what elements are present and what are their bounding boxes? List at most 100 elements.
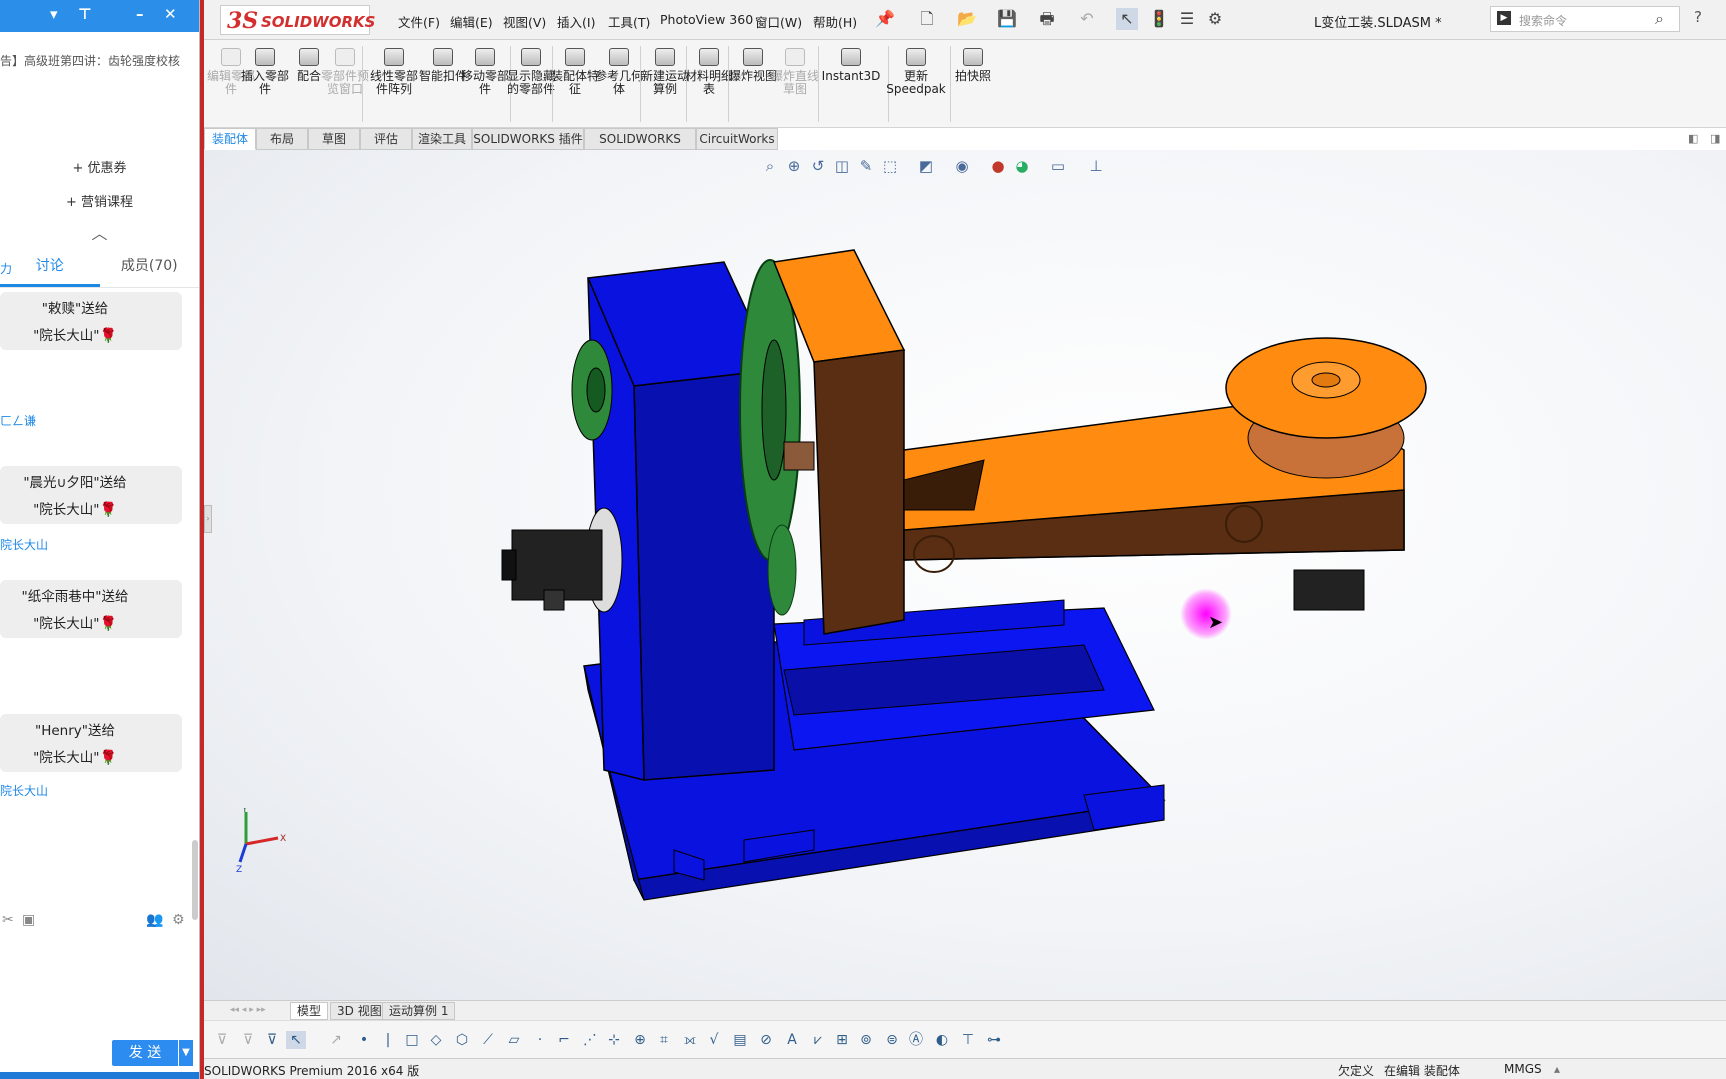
- filter-axes-icon[interactable]: ⟋: [478, 1031, 498, 1049]
- new-document-icon[interactable]: 🗋: [916, 8, 938, 30]
- unit-system[interactable]: MMGS: [1504, 1062, 1542, 1076]
- coupon-button[interactable]: + 优惠券: [0, 152, 199, 186]
- servo-motor[interactable]: [501, 507, 623, 613]
- linear-pattern-button[interactable]: 线性零部件阵列: [366, 48, 422, 96]
- chevron-up-icon[interactable]: ︿: [0, 220, 199, 246]
- graphics-viewport[interactable]: ⌕ ⊕ ↺ ◫ ✎ ⬚ ◩ ◉ ● ◕ ▭ ⊥ › ➤ Y X Z: [204, 150, 1726, 1000]
- tab-model[interactable]: 模型: [290, 1002, 329, 1020]
- select-other-icon[interactable]: ↗: [326, 1031, 346, 1049]
- filter-notes-icon[interactable]: ▤: [730, 1031, 750, 1049]
- menu-window[interactable]: 窗口(W): [755, 12, 802, 31]
- panel-expand-icon[interactable]: ◨: [1710, 132, 1720, 145]
- filter-mates-icon[interactable]: ◐: [932, 1031, 952, 1049]
- dropdown-icon[interactable]: ▾: [50, 5, 58, 23]
- tab-solidworks-addins[interactable]: SOLIDWORKS 插件: [472, 128, 584, 150]
- instant3d-button[interactable]: Instant3D: [818, 48, 884, 83]
- filter-datum-icon[interactable]: ⊞: [832, 1031, 852, 1049]
- solidworks-logo[interactable]: 3S SOLIDWORKS: [220, 5, 375, 35]
- filter-gtol-icon[interactable]: ⊘: [756, 1031, 776, 1049]
- filter-dimensions-icon[interactable]: ⊕: [630, 1031, 650, 1049]
- update-speedpak-button[interactable]: 更新 Speedpak: [886, 48, 946, 96]
- tab-3d-views[interactable]: 3D 视图: [330, 1002, 389, 1020]
- tab-layout[interactable]: 布局: [256, 128, 308, 150]
- move-component-button[interactable]: 移动零部件: [460, 48, 510, 96]
- filter-surfaces-icon[interactable]: ◇: [426, 1031, 446, 1049]
- menu-view[interactable]: 视图(V): [503, 12, 546, 31]
- reference-geometry-button[interactable]: 参考几何体: [594, 48, 644, 96]
- unit-menu-icon[interactable]: ▴: [1554, 1062, 1560, 1076]
- gear-icon[interactable]: ⚙: [172, 912, 185, 928]
- filter-midpoint-icon[interactable]: ⊤: [958, 1031, 978, 1049]
- open-folder-icon[interactable]: 📂: [956, 8, 978, 30]
- filter-sketch-points-icon[interactable]: ⋰: [580, 1031, 600, 1049]
- members-icon[interactable]: 👥: [146, 912, 163, 928]
- image-icon[interactable]: ▣: [22, 912, 35, 928]
- chat-scrollbar[interactable]: [192, 840, 198, 920]
- select-arrow-icon[interactable]: ↖: [286, 1031, 306, 1049]
- file-properties-icon[interactable]: ☰: [1176, 8, 1198, 30]
- tab-sketch[interactable]: 草图: [308, 128, 360, 150]
- tab-motion-study[interactable]: 运动算例 1: [382, 1002, 456, 1020]
- new-motion-study-button[interactable]: 新建运动算例: [640, 48, 690, 96]
- menu-photoview[interactable]: PhotoView 360: [660, 12, 753, 27]
- show-hidden-components-button[interactable]: 显示隐藏的零部件: [506, 48, 556, 96]
- bill-of-materials-button[interactable]: 材料明细表: [684, 48, 734, 96]
- print-icon[interactable]: 🖶: [1036, 8, 1058, 30]
- filter-weld-bead-icon[interactable]: ⊜: [882, 1031, 902, 1049]
- filter-weld-icon[interactable]: √: [704, 1031, 724, 1049]
- filter-icon[interactable]: ⊽: [212, 1031, 232, 1049]
- pin-icon[interactable]: 📌: [874, 8, 896, 30]
- menu-tools[interactable]: 工具(T): [608, 12, 650, 31]
- search-icon[interactable]: ⌕: [1655, 9, 1664, 29]
- filter-connection-icon[interactable]: ⊶: [984, 1031, 1004, 1049]
- menu-file[interactable]: 文件(F): [398, 12, 440, 31]
- filter-settings-icon[interactable]: ⊽: [262, 1031, 282, 1049]
- select-arrow-icon[interactable]: ↖: [1116, 8, 1138, 30]
- motion-study-icon: [655, 48, 675, 66]
- menu-help[interactable]: 帮助(H): [813, 12, 857, 31]
- left-flange[interactable]: [571, 339, 613, 441]
- filter-surface-finish-icon[interactable]: ⩗: [808, 1031, 828, 1049]
- send-options-icon[interactable]: ▼: [179, 1040, 193, 1066]
- filter-center-marks-icon[interactable]: ⊹: [604, 1031, 624, 1049]
- help-icon[interactable]: ?: [1694, 8, 1702, 26]
- tab-solidworks-mbd[interactable]: SOLIDWORKS MBD: [584, 128, 696, 166]
- filter-planes-icon[interactable]: ▱: [504, 1031, 524, 1049]
- save-icon[interactable]: 💾: [996, 8, 1018, 30]
- assembly-model[interactable]: [204, 150, 1726, 1000]
- rebuild-icon[interactable]: 🚦: [1148, 8, 1170, 30]
- filter-points-icon[interactable]: ·: [530, 1031, 550, 1049]
- menu-edit[interactable]: 编辑(E): [450, 12, 493, 31]
- course-button[interactable]: + 营销课程: [0, 186, 199, 220]
- assembly-features-button[interactable]: 装配体特征: [550, 48, 600, 96]
- insert-components-button[interactable]: 插入零部件: [240, 48, 290, 96]
- explode-line-sketch-button[interactable]: 爆炸直线草图: [770, 48, 820, 96]
- filter-solids-icon[interactable]: ⬡: [452, 1031, 472, 1049]
- filter-cosmetic-icon[interactable]: ⟗: [680, 1031, 700, 1049]
- scissors-icon[interactable]: ✂: [2, 912, 14, 928]
- filter-annotations-icon[interactable]: A: [782, 1031, 802, 1049]
- filter-toggle-icon[interactable]: ⊽: [238, 1031, 258, 1049]
- tab-assembly[interactable]: 装配体: [204, 128, 256, 150]
- take-snapshot-button[interactable]: 拍快照: [948, 48, 998, 83]
- menu-insert[interactable]: 插入(I): [557, 12, 595, 31]
- send-button[interactable]: 发 送: [112, 1040, 178, 1066]
- tab-nav-arrows-icon[interactable]: ◂◂ ◂ ▸ ▸▸: [230, 1005, 266, 1015]
- filter-balloons-icon[interactable]: Ⓐ: [906, 1031, 926, 1049]
- tab-evaluate[interactable]: 评估: [360, 128, 412, 150]
- tab-circuitworks[interactable]: CircuitWorks: [696, 128, 778, 150]
- filter-datum-target-icon[interactable]: ⊚: [856, 1031, 876, 1049]
- filter-vertices-icon[interactable]: •: [354, 1031, 374, 1049]
- panel-collapse-icon[interactable]: ◧: [1688, 132, 1698, 145]
- filter-sketch-segments-icon[interactable]: ⌐: [554, 1031, 574, 1049]
- filter-edges-icon[interactable]: |: [378, 1031, 398, 1049]
- options-gear-icon[interactable]: ⚙: [1204, 8, 1226, 30]
- minimize-icon[interactable]: –: [136, 5, 144, 23]
- close-icon[interactable]: ✕: [164, 5, 177, 23]
- filter-hole-icon[interactable]: ⌗: [654, 1031, 674, 1049]
- search-commands-input[interactable]: ▶ 搜索命令 ⌕: [1490, 6, 1680, 32]
- filter-faces-icon[interactable]: □: [402, 1031, 422, 1049]
- tab-render-tools[interactable]: 渲染工具: [412, 128, 472, 150]
- undo-icon[interactable]: ↶: [1076, 8, 1098, 30]
- pin-icon[interactable]: ⊤: [78, 5, 92, 23]
